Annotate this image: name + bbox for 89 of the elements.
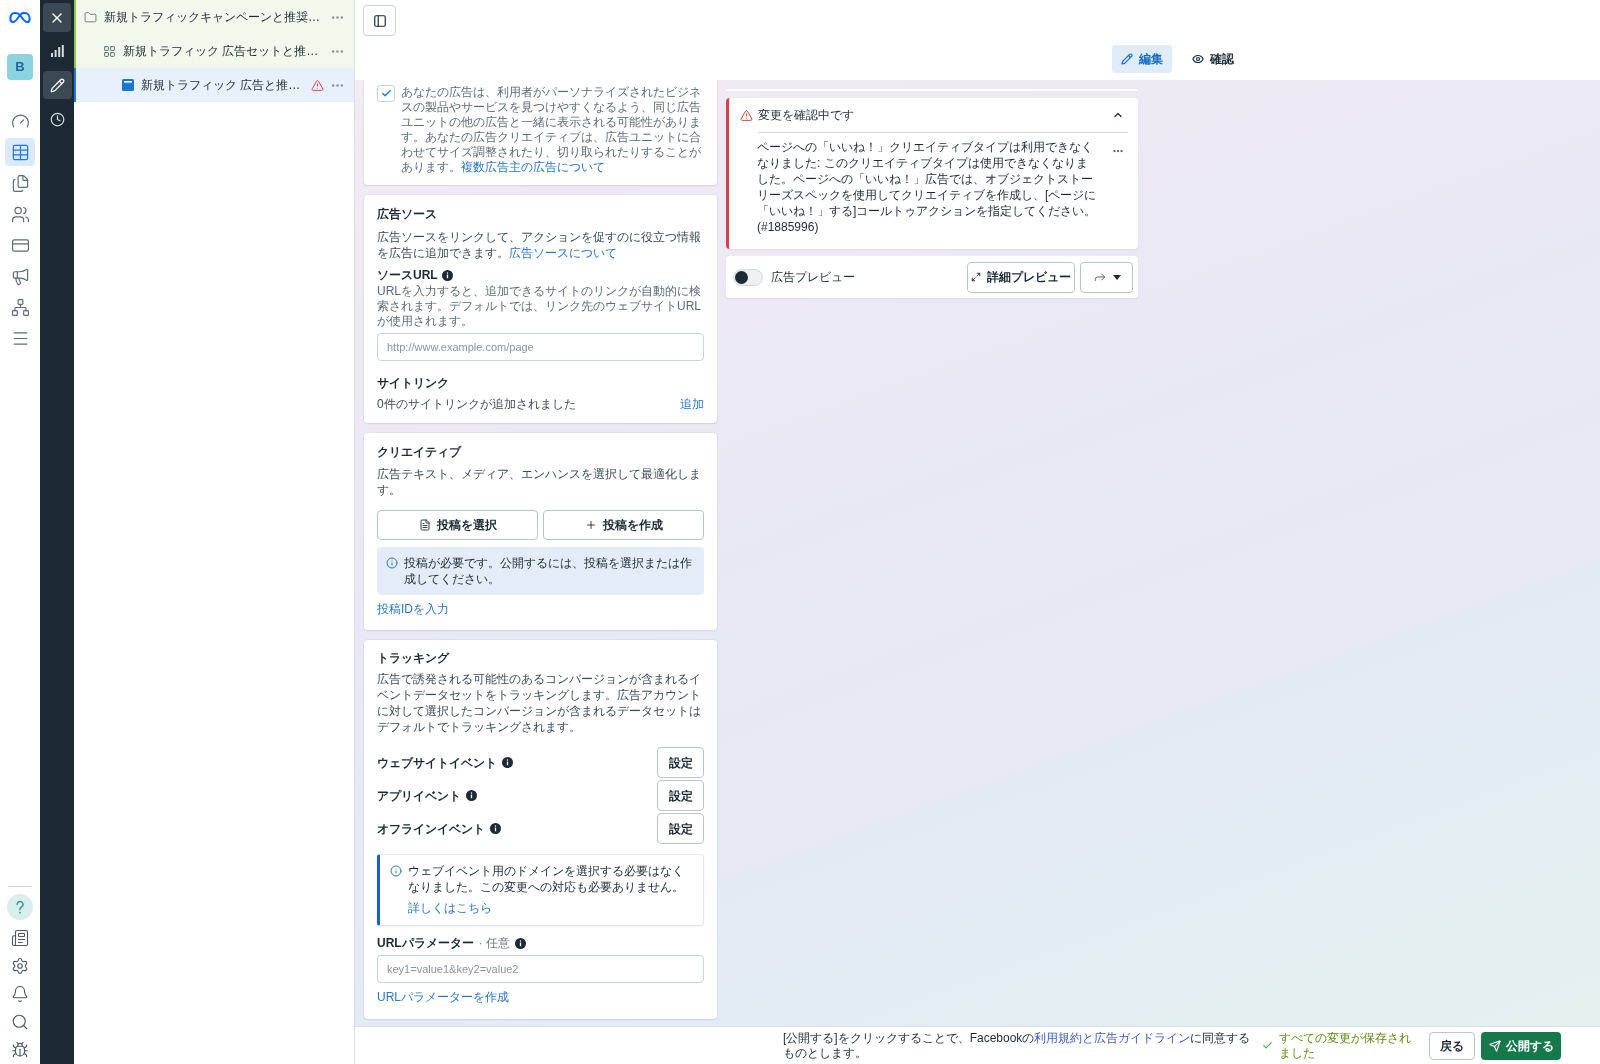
grid-icon [103, 44, 116, 58]
field-label: サイトリンク [377, 375, 450, 391]
terms-text: [公開する]をクリックすることで、Facebookの利用規約と広告ガイドラインに同意するものとします。 [783, 1030, 1252, 1061]
panel-toggle-button[interactable] [363, 5, 396, 36]
ad-icon [122, 79, 134, 91]
sidebar-icon [372, 13, 387, 28]
tree-item[interactable]: 新規トラフィック 広告と推… [74, 68, 354, 102]
description-text: 広告で誘発される可能性のあるコンバージョンが含まれるイベントデータセットをトラッキングします。広告アカウントに対して選択したコンバージョンが含まれるデータセットはデフォルトでトラッキングされます。 [377, 671, 702, 735]
search-icon[interactable] [11, 1013, 29, 1031]
info-icon [490, 823, 501, 834]
build-url-parameters-link[interactable]: URLパラメーターを作成 [377, 989, 509, 1005]
setup-button[interactable]: 設定 [657, 780, 704, 811]
publish-button[interactable]: 公開する [1481, 1031, 1561, 1060]
learn-more-link[interactable]: 詳しくはこちら [408, 900, 492, 916]
url-input[interactable]: http://www.example.com/page [377, 333, 704, 361]
notice-text: 投稿が必要です。公開するには、投稿を選択または作成してください。 [404, 555, 693, 587]
mode-tab[interactable]: 編集 [1112, 45, 1172, 73]
megaphone-icon [10, 266, 30, 286]
table-icon [10, 142, 30, 162]
logo-icon[interactable] [9, 11, 31, 24]
saved-status: すべての変更が保存されました [1279, 1030, 1412, 1061]
description-text: 広告テキスト、メディア、エンハンスを選択して最適化します。 [377, 466, 702, 498]
tree-item[interactable]: 新規トラフィックキャンペーンと推奨… [74, 0, 354, 34]
info-icon [466, 790, 477, 801]
clock-icon [49, 111, 65, 127]
bell-icon[interactable] [11, 985, 29, 1003]
add-link[interactable]: 追加 [680, 396, 704, 412]
description-text: 広告ソースをリンクして、アクションを促すのに役立つ情報を広告に追加できます。広告ソースについて [377, 229, 702, 261]
folder-icon [84, 10, 97, 24]
close-button[interactable] [43, 3, 71, 32]
url-parameters-input[interactable]: key1=value1&key2=value2 [377, 955, 704, 983]
help-icon[interactable] [7, 894, 33, 920]
terms-link[interactable]: 利用規約と広告ガイドライン [1034, 1030, 1191, 1045]
status-text: 0件のサイトリンクが追加されました [377, 396, 576, 412]
info-icon [390, 865, 402, 877]
network-icon [10, 297, 30, 317]
document-icon [418, 519, 431, 531]
pencil-icon [1121, 53, 1133, 65]
info-icon [502, 757, 513, 768]
field-label: URLパラメーター [377, 935, 474, 951]
post-button[interactable]: 投稿を選択 [377, 510, 538, 540]
warning-icon [740, 108, 753, 122]
preview-toggle[interactable] [733, 268, 763, 286]
field-label: ソースURL [377, 267, 438, 283]
bar-chart-icon [50, 45, 64, 57]
preview-label: 広告プレビュー [771, 269, 855, 286]
info-icon [386, 557, 398, 569]
help-text: URLを入力すると、追加できるサイトのリンクが自動的に検索されます。デフォルトでは、リンク先のウェブサイトURLが使用されます。 [377, 284, 702, 329]
eye-icon [1192, 53, 1204, 65]
event-label: アプリイベント [377, 787, 461, 805]
curved-arrow-icon [1092, 270, 1107, 284]
people-icon [10, 204, 30, 224]
notice-text: ウェブイベント用のドメインを選択する必要はなくなりました。この変更への対応も必要ありません。 [408, 863, 685, 895]
back-button[interactable]: 戻る [1429, 1031, 1475, 1060]
setup-button[interactable]: 設定 [657, 747, 704, 778]
pencil-icon [49, 77, 65, 93]
detail-preview-button[interactable]: 詳細プレビュー [967, 261, 1075, 293]
tool-item[interactable] [42, 71, 72, 99]
tree-item[interactable]: 新規トラフィック 広告セットと推… [74, 34, 354, 68]
caret-icon [1112, 274, 1121, 280]
nav-item[interactable] [5, 138, 35, 166]
paper-plane-icon [1488, 1039, 1501, 1052]
section-title: トラッキング [377, 650, 451, 666]
plus-icon [584, 519, 597, 531]
section-title: 広告ソース [377, 206, 438, 222]
checkbox[interactable] [377, 85, 395, 102]
alert-message: ページへの「いいね！」クリエイティブタイプは利用できなくなりました: このクリエイティブタイプは使用できなくなりました。ページへの「いいね！」広告では、オブジェクトストーリーズスペックを使用してクリエイティブを作成し、[ページに「いいね！」する]コールトゥアクションを指定してください。 (#1885996) [757, 139, 1098, 235]
settings-icon[interactable] [11, 957, 29, 975]
optional-label: · 任意 [478, 935, 510, 951]
setup-button[interactable]: 設定 [657, 813, 704, 844]
documents-icon [10, 173, 30, 193]
bug-icon[interactable] [11, 1041, 29, 1059]
account-avatar[interactable]: B [7, 54, 33, 80]
post-id-link[interactable]: 投稿IDを入力 [377, 601, 449, 617]
alert-title: 変更を確認中です [758, 107, 854, 123]
info-icon [441, 269, 453, 281]
link[interactable]: 広告ソースについて [509, 246, 617, 260]
description-text: あなたの広告は、利用者がパーソナライズされたビジネスの製品やサービスを見つけやすくなるよう、同じ広告ユニットの他の広告と一緒に表示される可能性があります。あなたの広告クリエイティブは、広告ユニットに合わせてサイズ調整されたり、切り取られたりすることがあります。複数広告主の広告について [401, 85, 702, 175]
info-icon [515, 937, 526, 949]
check-icon [1262, 1040, 1273, 1051]
expand-arrows-icon [971, 272, 981, 282]
event-label: オフラインイベント [377, 820, 485, 838]
check-icon [380, 88, 392, 99]
newspaper-icon[interactable] [11, 929, 29, 947]
section-title: クリエイティブ [377, 444, 463, 460]
link[interactable]: 複数広告主の広告について [461, 160, 605, 174]
mode-tab[interactable]: 確認 [1183, 45, 1243, 73]
post-button[interactable]: 投稿を作成 [543, 510, 704, 540]
event-label: ウェブサイトイベント [377, 754, 497, 772]
